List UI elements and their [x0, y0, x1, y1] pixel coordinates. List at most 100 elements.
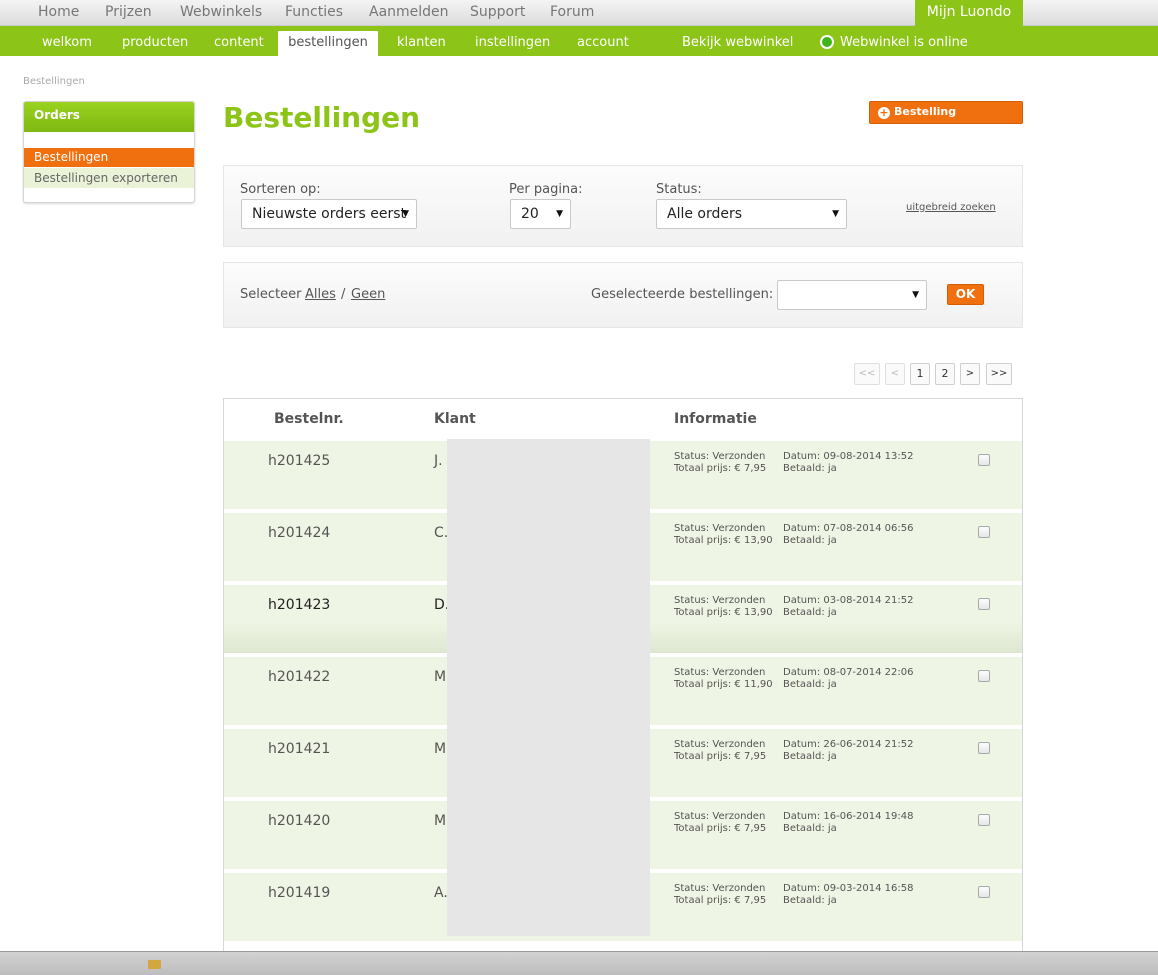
order-total: Totaal prijs: € 7,95	[674, 895, 767, 906]
redacted-customer-names	[447, 439, 650, 936]
dropdown-arrow-icon: ▼	[556, 209, 563, 219]
order-number[interactable]: h201425	[268, 453, 330, 469]
select-all-link[interactable]: Alles	[305, 287, 336, 302]
status-select[interactable]: Alle orders ▼	[656, 199, 847, 229]
order-date: Datum: 08-07-2014 22:06	[783, 667, 914, 678]
page-title: Bestellingen	[223, 101, 421, 134]
sidebar: Orders Bestellingen Bestellingen exporte…	[23, 101, 195, 203]
advanced-search-link[interactable]: uitgebreid zoeken	[906, 202, 996, 213]
order-status: Status: Verzonden	[674, 451, 766, 462]
order-info: Status: Verzonden Totaal prijs: € 7,95 D…	[674, 739, 914, 763]
order-total: Totaal prijs: € 13,90	[674, 535, 773, 546]
order-number[interactable]: h201422	[268, 669, 330, 685]
pagination-prev[interactable]: <	[885, 363, 905, 385]
ok-button[interactable]: OK	[947, 284, 984, 305]
row-checkbox[interactable]	[978, 598, 990, 610]
sidebar-item-exporteren[interactable]: Bestellingen exporteren	[24, 168, 194, 188]
topnav-functies[interactable]: Functies	[285, 4, 343, 20]
topnav-webwinkels[interactable]: Webwinkels	[180, 4, 262, 20]
order-number[interactable]: h201420	[268, 813, 330, 829]
order-number[interactable]: h201423	[268, 597, 330, 613]
order-date: Datum: 26-06-2014 21:52	[783, 739, 914, 750]
per-page-select[interactable]: 20 ▼	[510, 199, 571, 229]
sort-select[interactable]: Nieuwste orders eerst ▼	[241, 199, 417, 229]
subnav-instellingen[interactable]: instellingen	[475, 35, 550, 50]
row-checkbox[interactable]	[978, 670, 990, 682]
order-paid: Betaald: ja	[783, 823, 837, 834]
order-total: Totaal prijs: € 7,95	[674, 751, 767, 762]
add-order-label: Bestelling toevoegen	[878, 105, 957, 138]
top-navigation: Home Prijzen Webwinkels Functies Aanmeld…	[0, 0, 1158, 26]
subnav-bestellingen[interactable]: bestellingen	[278, 31, 378, 56]
order-status: Status: Verzonden	[674, 523, 766, 534]
order-info: Status: Verzonden Totaal prijs: € 13,90 …	[674, 523, 914, 547]
dropdown-arrow-icon: ▼	[402, 209, 409, 219]
pagination-page-2[interactable]: 2	[935, 363, 955, 385]
order-date: Datum: 09-08-2014 13:52	[783, 451, 914, 462]
pagination-page-1[interactable]: 1	[910, 363, 930, 385]
breadcrumb: Bestellingen	[23, 76, 85, 87]
topnav-support[interactable]: Support	[470, 4, 525, 20]
order-paid: Betaald: ja	[783, 535, 837, 546]
row-checkbox[interactable]	[978, 814, 990, 826]
order-total: Totaal prijs: € 13,90	[674, 607, 773, 618]
customer-name: A.	[434, 885, 448, 901]
selected-orders-label: Geselecteerde bestellingen:	[591, 287, 774, 302]
row-checkbox[interactable]	[978, 742, 990, 754]
order-info: Status: Verzonden Totaal prijs: € 7,95 D…	[674, 811, 914, 835]
topnav-prijzen[interactable]: Prijzen	[105, 4, 152, 20]
order-date: Datum: 16-06-2014 19:48	[783, 811, 914, 822]
header-customer: Klant	[434, 411, 476, 427]
sidebar-item-bestellingen[interactable]: Bestellingen	[24, 148, 194, 167]
mijn-luondo-tab[interactable]: Mijn Luondo	[915, 0, 1023, 26]
bulk-action-select[interactable]: ▼	[777, 280, 927, 310]
sub-navigation: welkom producten content bestellingen kl…	[0, 26, 1158, 56]
order-paid: Betaald: ja	[783, 895, 837, 906]
subnav-content[interactable]: content	[214, 35, 264, 50]
order-date: Datum: 07-08-2014 06:56	[783, 523, 914, 534]
folder-icon	[148, 960, 161, 969]
topnav-home[interactable]: Home	[38, 4, 79, 20]
select-none-link[interactable]: Geen	[351, 287, 385, 302]
power-icon	[820, 35, 834, 49]
order-paid: Betaald: ja	[783, 679, 837, 690]
order-total: Totaal prijs: € 7,95	[674, 823, 767, 834]
per-page-value: 20	[521, 206, 539, 222]
subnav-producten[interactable]: producten	[122, 35, 188, 50]
order-total: Totaal prijs: € 11,90	[674, 679, 773, 690]
header-order-number: Bestelnr.	[274, 411, 344, 427]
sort-label: Sorteren op:	[240, 182, 321, 197]
order-number[interactable]: h201419	[268, 885, 330, 901]
browser-download-bar	[0, 951, 1158, 975]
pagination-next[interactable]: >	[960, 363, 980, 385]
order-number[interactable]: h201421	[268, 741, 330, 757]
order-total: Totaal prijs: € 7,95	[674, 463, 767, 474]
order-status: Status: Verzonden	[674, 739, 766, 750]
dropdown-arrow-icon: ▼	[832, 209, 839, 219]
pagination-last[interactable]: >>	[986, 363, 1012, 385]
subnav-welkom[interactable]: welkom	[42, 35, 92, 50]
status-value: Alle orders	[667, 206, 743, 222]
order-info: Status: Verzonden Totaal prijs: € 7,95 D…	[674, 883, 914, 907]
order-paid: Betaald: ja	[783, 607, 837, 618]
row-checkbox[interactable]	[978, 886, 990, 898]
plus-circle-icon: +	[878, 106, 890, 119]
order-info: Status: Verzonden Totaal prijs: € 11,90 …	[674, 667, 914, 691]
subnav-bekijk-webwinkel[interactable]: Bekijk webwinkel	[682, 35, 793, 50]
row-checkbox[interactable]	[978, 454, 990, 466]
select-label: Selecteer	[240, 287, 302, 302]
subnav-klanten[interactable]: klanten	[397, 35, 446, 50]
header-info: Informatie	[674, 411, 757, 427]
topnav-forum[interactable]: Forum	[550, 4, 594, 20]
order-status: Status: Verzonden	[674, 811, 766, 822]
topnav-aanmelden[interactable]: Aanmelden	[369, 4, 449, 20]
row-checkbox[interactable]	[978, 526, 990, 538]
order-date: Datum: 03-08-2014 21:52	[783, 595, 914, 606]
order-paid: Betaald: ja	[783, 463, 837, 474]
add-order-button[interactable]: + Bestelling toevoegen	[869, 101, 1023, 138]
order-info: Status: Verzonden Totaal prijs: € 13,90 …	[674, 595, 914, 619]
webwinkel-status: Webwinkel is online	[840, 35, 968, 50]
order-number[interactable]: h201424	[268, 525, 330, 541]
pagination-first[interactable]: <<	[854, 363, 880, 385]
subnav-account[interactable]: account	[577, 35, 629, 50]
